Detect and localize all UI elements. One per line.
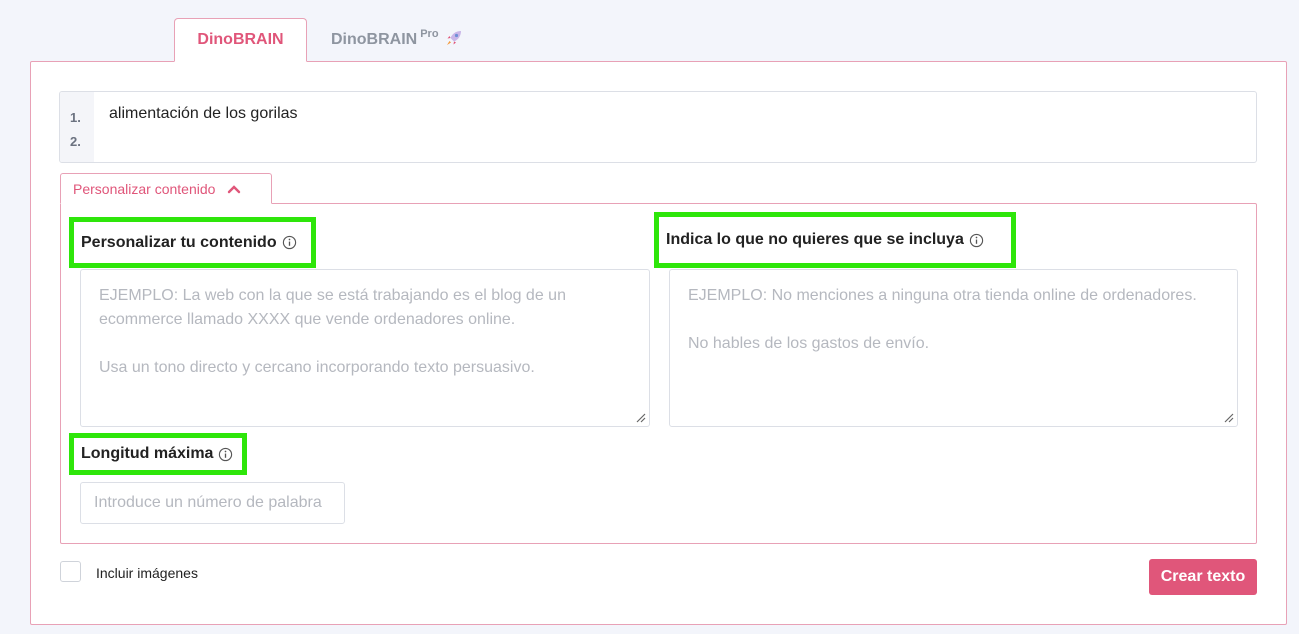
info-icon[interactable] <box>218 447 233 462</box>
main-panel: 1. 2. alimentación de los gorilas Person… <box>30 61 1287 625</box>
tab-dinobrain[interactable]: DinoBRAIN <box>174 18 307 62</box>
chevron-up-icon <box>228 184 241 193</box>
line-number-gutter: 1. 2. <box>60 92 94 162</box>
tab-dinobrain-pro-label: DinoBRAIN <box>331 31 418 48</box>
exclude-placeholder-line: No hables de los gastos de envío. <box>688 335 930 352</box>
content-label-highlight: Personalizar tu contenido <box>69 217 316 268</box>
editor-content[interactable]: alimentación de los gorilas <box>94 92 298 162</box>
line-number: 2. <box>70 134 81 149</box>
customize-toggle-label: Personalizar contenido <box>73 180 216 197</box>
tab-dinobrain-pro[interactable]: DinoBRAIN Pro <box>307 18 487 62</box>
exclude-label-highlight: Indica lo que no quieres que se incluya <box>654 212 1016 268</box>
info-icon[interactable] <box>282 235 297 250</box>
max-length-input[interactable]: Introduce un número de palabra <box>80 482 345 524</box>
exclude-placeholder-line: EJEMPLO: No menciones a ninguna otra tie… <box>688 287 1197 304</box>
keyword-editor[interactable]: 1. 2. alimentación de los gorilas <box>59 91 1257 163</box>
customize-section: Personalizar tu contenido EJEMPLO: La we… <box>60 203 1257 544</box>
content-placeholder-line: EJEMPLO: La web con la que se está traba… <box>99 287 566 328</box>
content-textarea[interactable]: EJEMPLO: La web con la que se está traba… <box>80 269 650 427</box>
max-length-placeholder: Introduce un número de palabra <box>94 494 322 511</box>
content-label: Personalizar tu contenido <box>81 233 277 251</box>
include-images-label: Incluir imágenes <box>96 565 198 581</box>
content-placeholder-line: Usa un tono directo y cercano incorporan… <box>99 359 535 376</box>
resize-handle-icon[interactable] <box>1224 413 1234 423</box>
resize-handle-icon[interactable] <box>636 413 646 423</box>
exclude-label: Indica lo que no quieres que se incluya <box>666 231 964 248</box>
length-label-highlight: Longitud máxima <box>69 433 247 475</box>
include-images-checkbox[interactable] <box>60 561 81 582</box>
exclude-textarea[interactable]: EJEMPLO: No menciones a ninguna otra tie… <box>669 269 1238 427</box>
tab-bar: DinoBRAIN DinoBRAIN Pro <box>174 18 487 62</box>
create-text-button[interactable]: Crear texto <box>1149 559 1257 595</box>
rocket-icon <box>446 31 461 45</box>
length-label: Longitud máxima <box>81 445 214 462</box>
customize-toggle[interactable]: Personalizar contenido <box>60 173 272 204</box>
pro-badge: Pro <box>420 28 439 40</box>
tab-dinobrain-label: DinoBRAIN <box>197 31 284 48</box>
info-icon[interactable] <box>969 233 984 248</box>
line-number: 1. <box>70 110 81 125</box>
